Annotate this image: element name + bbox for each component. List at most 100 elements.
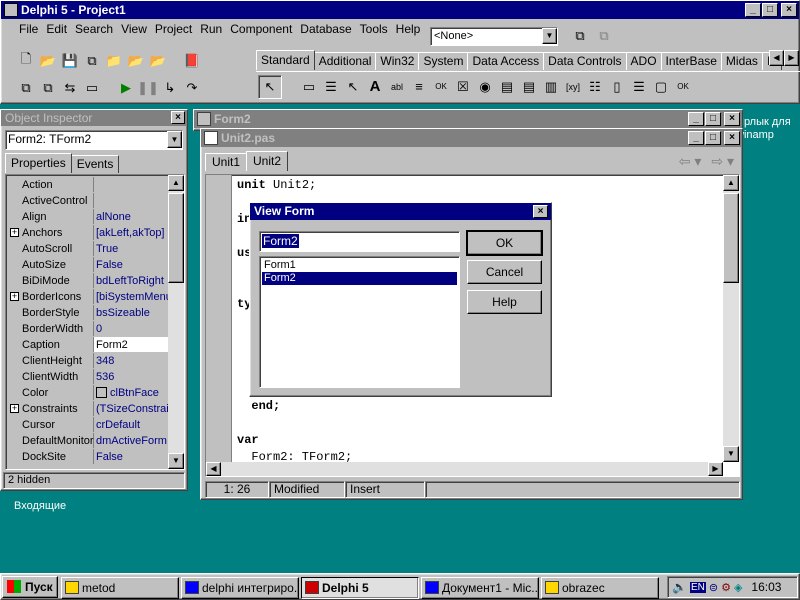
property-scrollbar[interactable]: ▲ ▼ bbox=[168, 175, 184, 469]
menu-project[interactable]: Project bbox=[151, 22, 196, 36]
dialog-close-button[interactable]: × bbox=[533, 205, 548, 218]
property-row[interactable]: + BorderIcons [biSystemMenu, bbox=[8, 289, 170, 305]
open-icon[interactable]: 📂 bbox=[37, 50, 59, 72]
palette-tab-data-controls[interactable]: Data Controls bbox=[543, 52, 627, 70]
taskbar-item[interactable]: Delphi 5 bbox=[301, 577, 419, 599]
form2-maximize-button[interactable]: □ bbox=[705, 112, 721, 126]
property-row[interactable]: Color clBtnFace bbox=[8, 385, 170, 401]
property-row[interactable]: ClientHeight 348 bbox=[8, 353, 170, 369]
view-form-icon[interactable]: ⧉ bbox=[37, 77, 59, 99]
taskbar-item[interactable]: obrazec bbox=[541, 577, 659, 599]
memo-icon[interactable]: ≡ bbox=[408, 76, 430, 98]
radiogroup-icon[interactable]: ☷ bbox=[584, 76, 606, 98]
remove-file-icon[interactable]: 📂 bbox=[147, 50, 169, 72]
help-button[interactable]: Help bbox=[467, 290, 542, 314]
add-file-icon[interactable]: 📂 bbox=[125, 50, 147, 72]
pause-icon[interactable]: ❚❚ bbox=[137, 77, 159, 99]
form2-close-button[interactable]: × bbox=[724, 112, 740, 126]
toggle-icon[interactable]: ⇆ bbox=[59, 77, 81, 99]
property-value[interactable]: dmActiveForm bbox=[94, 433, 170, 448]
radiobutton-icon[interactable]: ◉ bbox=[474, 76, 496, 98]
property-value[interactable]: 0 bbox=[94, 321, 170, 336]
editor-vscroll[interactable]: ▲ ▼ bbox=[723, 175, 739, 462]
scroll-left-icon[interactable]: ◀ bbox=[206, 462, 221, 476]
menu-edit[interactable]: Edit bbox=[42, 22, 71, 36]
tab-events[interactable]: Events bbox=[70, 155, 120, 173]
property-value[interactable] bbox=[94, 193, 170, 208]
palette-tab-data-access[interactable]: Data Access bbox=[467, 52, 545, 70]
button-icon[interactable]: OK bbox=[430, 76, 452, 98]
property-value[interactable]: (TSizeConstrain bbox=[94, 401, 170, 416]
panel-icon[interactable]: ▯ bbox=[606, 76, 628, 98]
property-row[interactable]: DockSite False bbox=[8, 449, 170, 465]
property-value[interactable]: False bbox=[94, 449, 170, 464]
checkbox-icon[interactable]: ☒ bbox=[452, 76, 474, 98]
language-indicator[interactable]: EN bbox=[689, 581, 706, 593]
menu-tools[interactable]: Tools bbox=[356, 22, 392, 36]
clock[interactable]: 16:03 bbox=[751, 580, 781, 594]
property-row[interactable]: AutoSize False bbox=[8, 257, 170, 273]
actionlist-icon[interactable]: ☰ bbox=[628, 76, 650, 98]
new-form-icon[interactable]: ⧉ bbox=[593, 25, 615, 47]
palette-tab-system[interactable]: System bbox=[418, 52, 469, 70]
form-list[interactable]: Form1 Form2 bbox=[259, 256, 460, 388]
form2-titlebar[interactable]: Form2 _ □ × bbox=[194, 110, 742, 128]
property-value[interactable]: crDefault bbox=[94, 417, 170, 432]
palette-tab-midas[interactable]: Midas bbox=[720, 52, 763, 70]
chevron-down-icon[interactable]: ▼ bbox=[542, 28, 557, 44]
tray-app2-icon[interactable]: ◈ bbox=[734, 581, 742, 594]
toggle-form-unit-icon[interactable]: ⧉ bbox=[569, 25, 591, 47]
scroll-down-icon[interactable]: ▼ bbox=[168, 453, 184, 469]
menu-search[interactable]: Search bbox=[71, 22, 117, 36]
palette-tab-standard[interactable]: Standard bbox=[256, 50, 315, 70]
start-button[interactable]: Пуск bbox=[2, 576, 58, 598]
property-value[interactable]: [akLeft,akTop] bbox=[94, 225, 170, 240]
palette-tab-additional[interactable]: Additional bbox=[313, 52, 377, 70]
close-button[interactable]: × bbox=[781, 3, 797, 17]
property-row[interactable]: DefaultMonitor dmActiveForm bbox=[8, 433, 170, 449]
object-selector[interactable]: Form2: TForm2 ▼ bbox=[5, 130, 183, 150]
panel2-icon[interactable]: ▢ bbox=[650, 76, 672, 98]
property-row[interactable]: BorderWidth 0 bbox=[8, 321, 170, 337]
chevron-down-icon[interactable]: ▼ bbox=[167, 131, 182, 148]
editor-titlebar[interactable]: Unit2.pas _ □ × bbox=[201, 129, 742, 147]
run-icon[interactable]: ▶ bbox=[115, 77, 137, 99]
property-row[interactable]: BorderStyle bsSizeable bbox=[8, 305, 170, 321]
menu-component[interactable]: Component bbox=[226, 22, 296, 36]
property-value[interactable]: clBtnFace bbox=[94, 385, 170, 400]
scroll-left-icon[interactable]: ◀ bbox=[769, 50, 784, 66]
property-row[interactable]: Caption Form2 bbox=[8, 337, 170, 353]
scroll-right-icon[interactable]: ▶ bbox=[784, 50, 799, 66]
form-list-item[interactable]: Form1 bbox=[262, 259, 457, 272]
property-value[interactable]: [biSystemMenu, bbox=[94, 289, 170, 304]
combobox-icon[interactable]: ▤ bbox=[518, 76, 540, 98]
editor-maximize-button[interactable]: □ bbox=[705, 131, 721, 145]
mainmenu-icon[interactable]: ☰ bbox=[320, 76, 342, 98]
menu-run[interactable]: Run bbox=[196, 22, 226, 36]
open-project-icon[interactable]: 📁 bbox=[103, 50, 125, 72]
property-row[interactable]: Cursor crDefault bbox=[8, 417, 170, 433]
scrollbar-icon[interactable]: ▥ bbox=[540, 76, 562, 98]
inspector-close-button[interactable]: × bbox=[171, 111, 185, 124]
property-row[interactable]: + Constraints (TSizeConstrain bbox=[8, 401, 170, 417]
property-row[interactable]: BiDiMode bdLeftToRight bbox=[8, 273, 170, 289]
menu-database[interactable]: Database bbox=[296, 22, 355, 36]
taskbar-item[interactable]: Документ1 - Mic... bbox=[421, 577, 539, 599]
desktop-icon-winamp-label[interactable]: Ярлык для winamp bbox=[736, 116, 791, 142]
scroll-up-icon[interactable]: ▲ bbox=[168, 175, 184, 191]
scroll-up-icon[interactable]: ▲ bbox=[723, 175, 739, 191]
expand-icon[interactable]: + bbox=[10, 292, 19, 301]
tab-properties[interactable]: Properties bbox=[5, 153, 72, 173]
palette-tab-interbase[interactable]: InterBase bbox=[660, 52, 722, 70]
scroll-thumb[interactable] bbox=[168, 193, 184, 283]
minimize-button[interactable]: _ bbox=[745, 3, 761, 17]
property-value[interactable]: 536 bbox=[94, 369, 170, 384]
pointer-icon[interactable]: ↖ bbox=[258, 74, 282, 99]
groupbox-icon[interactable]: [xy] bbox=[562, 76, 584, 98]
property-value[interactable] bbox=[94, 177, 170, 192]
edit-icon[interactable]: abl bbox=[386, 76, 408, 98]
frame-icon[interactable]: ▭ bbox=[298, 76, 320, 98]
scroll-down-icon[interactable]: ▼ bbox=[723, 446, 739, 462]
new-form-icon-2[interactable]: ▭ bbox=[81, 77, 103, 99]
form-list-item[interactable]: Form2 bbox=[262, 272, 457, 285]
